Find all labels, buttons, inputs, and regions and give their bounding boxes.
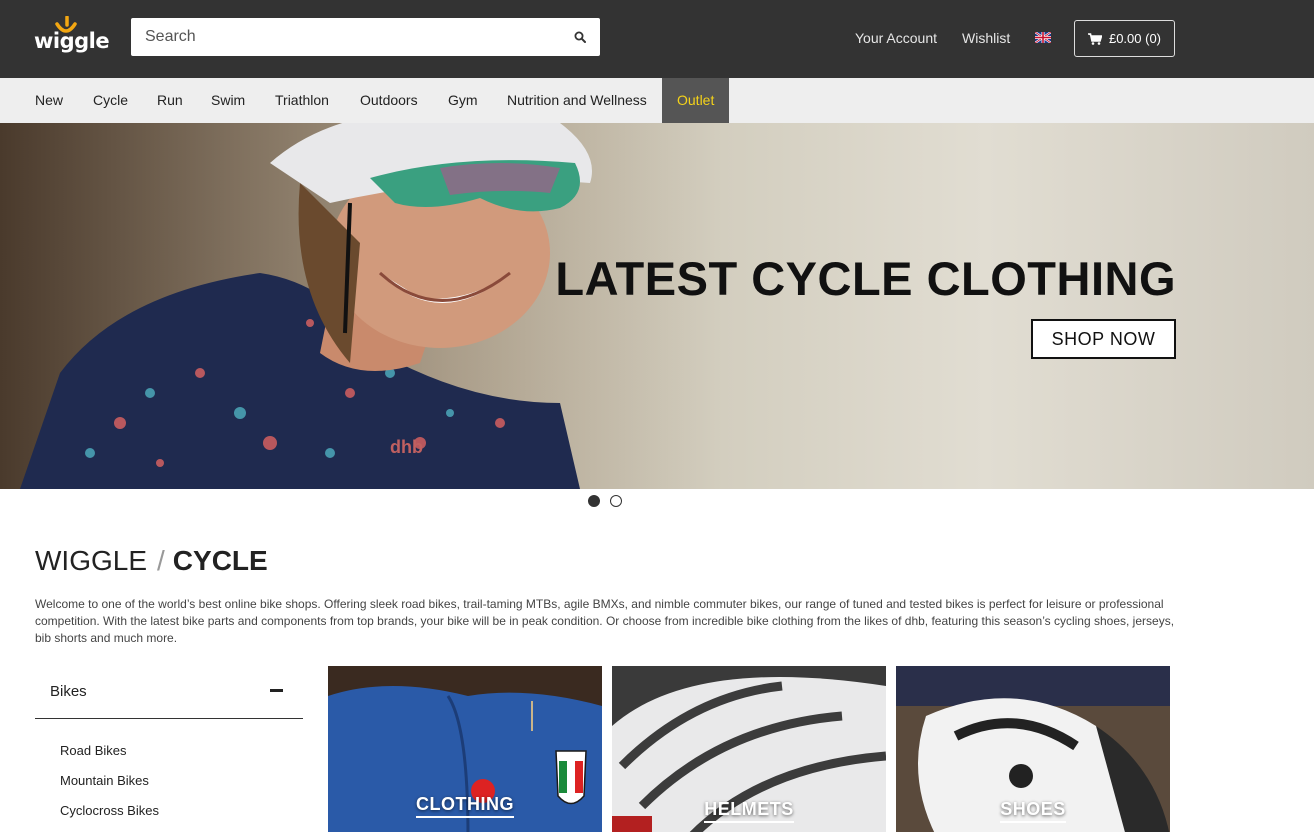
carousel-dot-1[interactable] xyxy=(588,495,600,507)
breadcrumb: WIGGLE / CYCLE xyxy=(35,545,268,577)
nav-item-run[interactable]: Run xyxy=(157,78,183,123)
carousel-dot-2[interactable] xyxy=(610,495,622,507)
search-bar xyxy=(131,18,600,56)
hero-title: LATEST CYCLE CLOTHING xyxy=(555,252,1176,305)
nav-item-outlet[interactable]: Outlet xyxy=(662,78,730,123)
tile-label-helmets: HELMETS xyxy=(612,799,886,823)
top-header: wiggle Your Account Wishlist £0.00 (0) xyxy=(0,0,1314,78)
tile-label-shoes-text: SHOES xyxy=(1000,799,1066,823)
basket-button[interactable]: £0.00 (0) xyxy=(1074,20,1175,57)
svg-text:dhb: dhb xyxy=(390,437,423,457)
nav-item-new[interactable]: New xyxy=(35,78,63,123)
tile-label-clothing: CLOTHING xyxy=(328,794,602,818)
sidebar-item-cyclocross-bikes[interactable]: Cyclocross Bikes xyxy=(60,803,159,818)
search-button[interactable] xyxy=(560,18,600,56)
basket-total: £0.00 (0) xyxy=(1108,31,1162,46)
nav-item-cycle[interactable]: Cycle xyxy=(93,78,128,123)
nav-item-nutrition[interactable]: Nutrition and Wellness xyxy=(507,78,647,123)
uk-flag-icon[interactable] xyxy=(1035,32,1051,43)
sidebar-section-title: Bikes xyxy=(50,683,87,700)
category-tile-clothing[interactable]: CLOTHING xyxy=(328,666,602,832)
carousel-dots xyxy=(588,495,622,507)
nav-item-swim[interactable]: Swim xyxy=(211,78,245,123)
tile-label-helmets-text: HELMETS xyxy=(704,799,794,823)
sidebar-section-header[interactable]: Bikes xyxy=(35,666,303,719)
tile-label-clothing-text: CLOTHING xyxy=(416,794,514,818)
intro-text: Welcome to one of the world’s best onlin… xyxy=(35,597,1175,645)
your-account-link[interactable]: Your Account xyxy=(855,30,937,46)
search-icon xyxy=(574,31,586,43)
cart-icon xyxy=(1087,32,1102,45)
breadcrumb-current: CYCLE xyxy=(172,545,268,576)
collapse-minus-icon[interactable] xyxy=(270,689,283,692)
shop-now-button[interactable]: SHOP NOW xyxy=(1031,319,1176,359)
wiggle-logo[interactable]: wiggle xyxy=(34,16,110,56)
hero-banner[interactable]: dhb LATEST CYCLE CLOTHING SHOP NOW xyxy=(0,123,1314,489)
sidebar-item-mountain-bikes[interactable]: Mountain Bikes xyxy=(60,773,149,788)
hero-cyclist-image: dhb xyxy=(0,123,700,489)
logo-text: wiggle xyxy=(34,29,110,53)
category-tile-shoes[interactable]: SHOES xyxy=(896,666,1170,832)
tile-label-shoes: SHOES xyxy=(896,799,1170,823)
nav-item-outdoors[interactable]: Outdoors xyxy=(360,78,418,123)
main-nav: New Cycle Run Swim Triathlon Outdoors Gy… xyxy=(0,78,1314,123)
sidebar-item-road-bikes[interactable]: Road Bikes xyxy=(60,743,126,758)
nav-item-gym[interactable]: Gym xyxy=(448,78,478,123)
breadcrumb-root[interactable]: WIGGLE xyxy=(35,545,147,576)
search-input[interactable] xyxy=(131,18,561,56)
wishlist-link[interactable]: Wishlist xyxy=(962,30,1010,46)
nav-item-triathlon[interactable]: Triathlon xyxy=(275,78,329,123)
breadcrumb-separator: / xyxy=(157,545,165,576)
category-tile-helmets[interactable]: HELMETS xyxy=(612,666,886,832)
